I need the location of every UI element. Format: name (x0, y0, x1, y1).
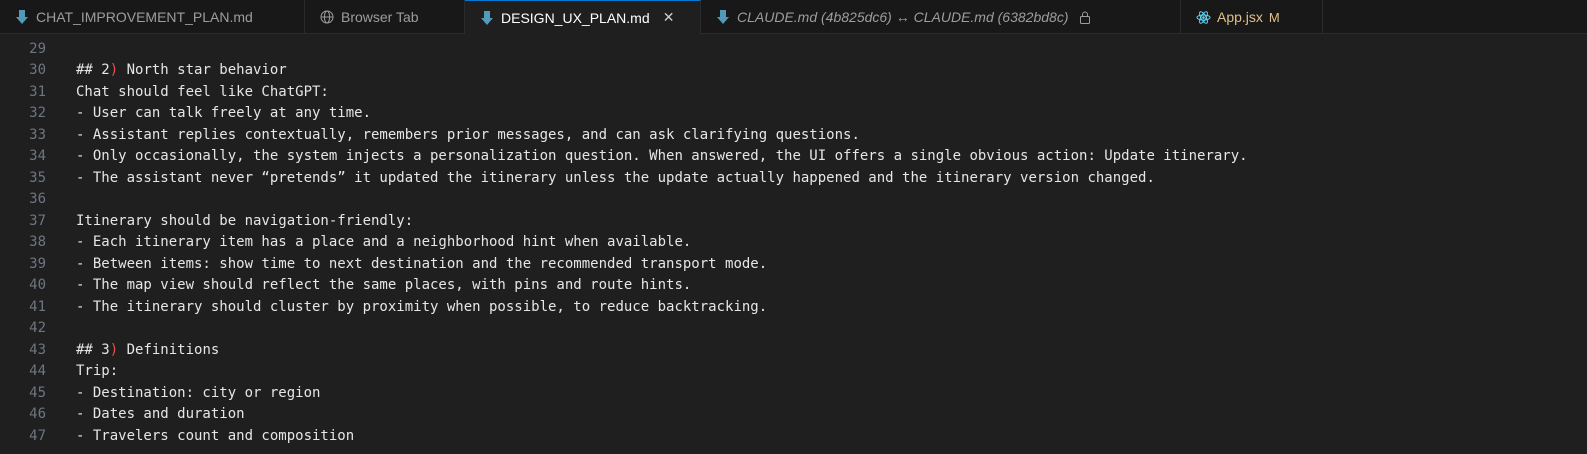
close-icon[interactable]: ✕ (660, 9, 678, 27)
heading-paren: ) (109, 62, 119, 79)
heading-prefix: ## 2 (76, 62, 110, 79)
line-text: - The map view should reflect the same p… (76, 277, 692, 294)
line-number: 47 (29, 427, 46, 444)
editor-line: 30 ## 2) North star behavior (0, 60, 1587, 82)
line-number: 43 (29, 341, 46, 358)
code-editor[interactable]: 29 30 ## 2) North star behavior 31 Chat … (0, 34, 1587, 454)
editor-line: 43 ## 3) Definitions (0, 339, 1587, 361)
lock-icon (1078, 10, 1092, 24)
tab-design-ux-plan[interactable]: DESIGN_UX_PLAN.md ✕ (465, 0, 701, 34)
line-text: Chat should feel like ChatGPT: (76, 83, 329, 100)
editor-line: 33 - Assistant replies contextually, rem… (0, 124, 1587, 146)
markdown-arrow-icon (715, 9, 731, 25)
editor-line: 34 - Only occasionally, the system injec… (0, 146, 1587, 168)
editor-line: 44 Trip: (0, 361, 1587, 383)
tab-label: App.jsx (1217, 9, 1263, 25)
line-number: 40 (29, 277, 46, 294)
heading-paren: ) (109, 341, 119, 358)
editor-line: 31 Chat should feel like ChatGPT: (0, 81, 1587, 103)
line-text: - The itinerary should cluster by proxim… (76, 298, 768, 315)
tab-label: CLAUDE.md (4b825dc6) ↔ CLAUDE.md (6382bd… (737, 9, 1069, 25)
editor-tab-bar: CHAT_IMPROVEMENT_PLAN.md Browser Tab DES… (0, 0, 1587, 34)
line-number: 38 (29, 234, 46, 251)
editor-line: 47 - Travelers count and composition (0, 425, 1587, 447)
editor-line: 37 Itinerary should be navigation-friend… (0, 210, 1587, 232)
line-text: - Assistant replies contextually, rememb… (76, 126, 860, 143)
editor-line: 40 - The map view should reflect the sam… (0, 275, 1587, 297)
editor-line: 35 - The assistant never “pretends” it u… (0, 167, 1587, 189)
editor-line: 38 - Each itinerary item has a place and… (0, 232, 1587, 254)
heading-text: Definitions (118, 341, 220, 358)
tab-label: CHAT_IMPROVEMENT_PLAN.md (36, 9, 253, 25)
line-text: - Destination: city or region (76, 384, 321, 401)
line-text: - Dates and duration (76, 406, 245, 423)
line-text: - Between items: show time to next desti… (76, 255, 768, 272)
line-text: - Each itinerary item has a place and a … (76, 234, 692, 251)
line-number: 35 (29, 169, 46, 186)
line-number: 30 (29, 62, 46, 79)
tab-label: Browser Tab (341, 9, 419, 25)
editor-line: 39 - Between items: show time to next de… (0, 253, 1587, 275)
markdown-arrow-icon (14, 9, 30, 25)
line-number: 37 (29, 212, 46, 229)
editor-line: 41 - The itinerary should cluster by pro… (0, 296, 1587, 318)
tab-claude-diff[interactable]: CLAUDE.md (4b825dc6) ↔ CLAUDE.md (6382bd… (701, 0, 1181, 34)
markdown-arrow-icon (479, 10, 495, 26)
line-text: Itinerary should be navigation-friendly: (76, 212, 414, 229)
line-text: Trip: (76, 363, 119, 380)
line-number: 36 (29, 191, 46, 208)
editor-line: 32 - User can talk freely at any time. (0, 103, 1587, 125)
tab-app-jsx[interactable]: App.jsx M (1181, 0, 1323, 34)
modified-badge: M (1268, 9, 1280, 25)
line-number: 33 (29, 126, 46, 143)
editor-line: 36 (0, 189, 1587, 211)
editor-line: 46 - Dates and duration (0, 404, 1587, 426)
line-text: ## 2) North star behavior (76, 62, 287, 78)
line-text: - User can talk freely at any time. (76, 105, 372, 122)
line-number: 46 (29, 406, 46, 423)
line-text: - Only occasionally, the system injects … (76, 148, 1248, 165)
editor-line: 29 (0, 38, 1587, 60)
line-number: 34 (29, 148, 46, 165)
editor-line: 45 - Destination: city or region (0, 382, 1587, 404)
line-number: 32 (29, 105, 46, 122)
heading-text: North star behavior (118, 62, 287, 79)
tab-chat-improvement-plan[interactable]: CHAT_IMPROVEMENT_PLAN.md (0, 0, 305, 34)
line-text: - Travelers count and composition (76, 427, 355, 444)
line-number: 41 (29, 298, 46, 315)
globe-icon (319, 9, 335, 25)
line-number: 29 (29, 40, 46, 57)
line-number: 31 (29, 83, 46, 100)
line-text: - The assistant never “pretends” it upda… (76, 169, 1155, 186)
line-number: 39 (29, 255, 46, 272)
tab-browser[interactable]: Browser Tab (305, 0, 465, 34)
react-icon (1195, 9, 1211, 25)
line-text: ## 3) Definitions (76, 342, 219, 358)
line-number: 44 (29, 363, 46, 380)
tab-label: DESIGN_UX_PLAN.md (501, 9, 650, 26)
editor-line: 42 (0, 318, 1587, 340)
heading-prefix: ## 3 (76, 341, 110, 358)
line-number: 45 (29, 384, 46, 401)
line-number: 42 (29, 320, 46, 337)
